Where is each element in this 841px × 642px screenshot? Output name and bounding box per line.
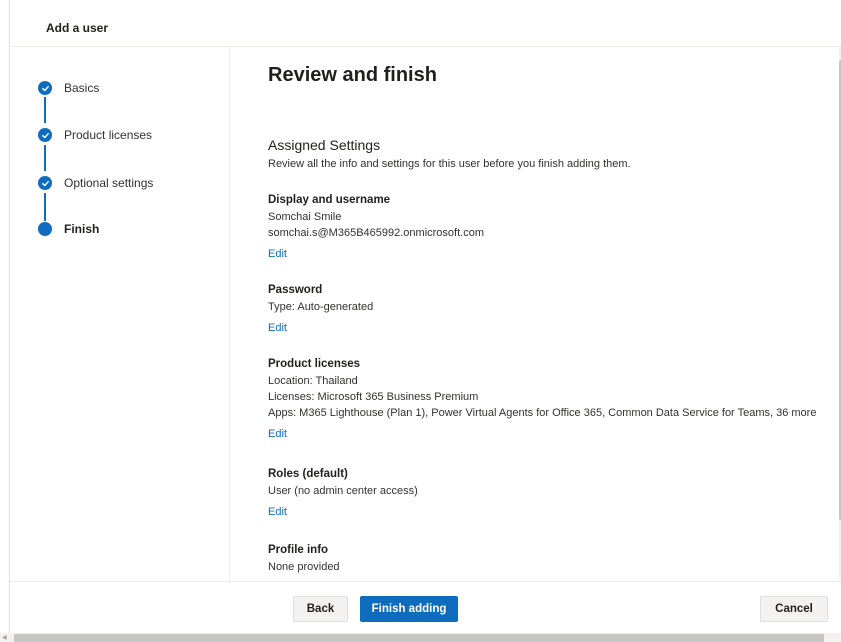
- group-title: Password: [268, 284, 323, 296]
- cancel-button[interactable]: Cancel: [760, 596, 828, 622]
- profile-value: None provided: [268, 561, 340, 573]
- edit-roles-link[interactable]: Edit: [268, 504, 287, 520]
- display-username-group: Display and username Somchai Smile somch…: [268, 191, 828, 262]
- horizontal-scrollbar[interactable]: ◀: [0, 633, 841, 642]
- step-connector: [44, 97, 46, 123]
- page-title: Review and finish: [268, 64, 437, 86]
- panel-title: Add a user: [46, 21, 109, 35]
- step-product-licenses[interactable]: Product licenses: [38, 125, 152, 145]
- license-apps: Apps: M365 Lighthouse (Plan 1), Power Vi…: [268, 407, 817, 419]
- scroll-left-arrow-icon[interactable]: ◀: [2, 634, 10, 642]
- edit-display-link[interactable]: Edit: [268, 246, 287, 262]
- password-type: Type: Auto-generated: [268, 301, 374, 313]
- group-title: Profile info: [268, 544, 329, 556]
- step-label: Optional settings: [64, 176, 154, 190]
- panel-footer: Back Finish adding Cancel: [10, 581, 841, 633]
- section-title: Assigned Settings: [268, 137, 381, 153]
- add-user-panel: Add a user Basics Product licenses Optio…: [9, 0, 841, 642]
- step-connector: [44, 193, 46, 221]
- roles-group: Roles (default) User (no admin center ac…: [268, 465, 828, 520]
- product-licenses-group: Product licenses Location: Thailand Lice…: [268, 355, 828, 442]
- group-title: Roles (default): [268, 468, 348, 480]
- display-name: Somchai Smile: [268, 211, 342, 223]
- edit-licenses-link[interactable]: Edit: [268, 426, 287, 442]
- group-title: Product licenses: [268, 358, 361, 370]
- wizard-steps: Basics Product licenses Optional setting…: [10, 47, 230, 581]
- step-label: Product licenses: [64, 128, 153, 142]
- license-location: Location: Thailand: [268, 375, 358, 387]
- license-names: Licenses: Microsoft 365 Business Premium: [268, 391, 479, 403]
- step-finish[interactable]: Finish: [38, 219, 99, 239]
- finish-adding-button[interactable]: Finish adding: [360, 596, 458, 622]
- checkmark-icon: [38, 81, 52, 95]
- step-connector: [44, 145, 46, 171]
- checkmark-icon: [38, 128, 52, 142]
- horizontal-scrollbar-thumb[interactable]: [14, 634, 824, 642]
- password-group: Password Type: Auto-generated Edit: [268, 281, 828, 336]
- step-basics[interactable]: Basics: [38, 78, 99, 98]
- username: somchai.s@M365B465992.onmicrosoft.com: [268, 227, 484, 239]
- step-label: Finish: [64, 222, 100, 236]
- section-description: Review all the info and settings for thi…: [268, 158, 631, 170]
- profile-info-group: Profile info None provided: [268, 541, 828, 575]
- role-value: User (no admin center access): [268, 485, 418, 497]
- group-title: Display and username: [268, 194, 391, 206]
- panel-header: Add a user: [10, 0, 841, 47]
- step-optional-settings[interactable]: Optional settings: [38, 173, 153, 193]
- review-content: Review and finish Assigned Settings Revi…: [231, 47, 839, 581]
- checkmark-icon: [38, 176, 52, 190]
- step-label: Basics: [64, 81, 100, 95]
- current-step-dot-icon: [38, 222, 52, 236]
- edit-password-link[interactable]: Edit: [268, 320, 287, 336]
- back-button[interactable]: Back: [293, 596, 348, 622]
